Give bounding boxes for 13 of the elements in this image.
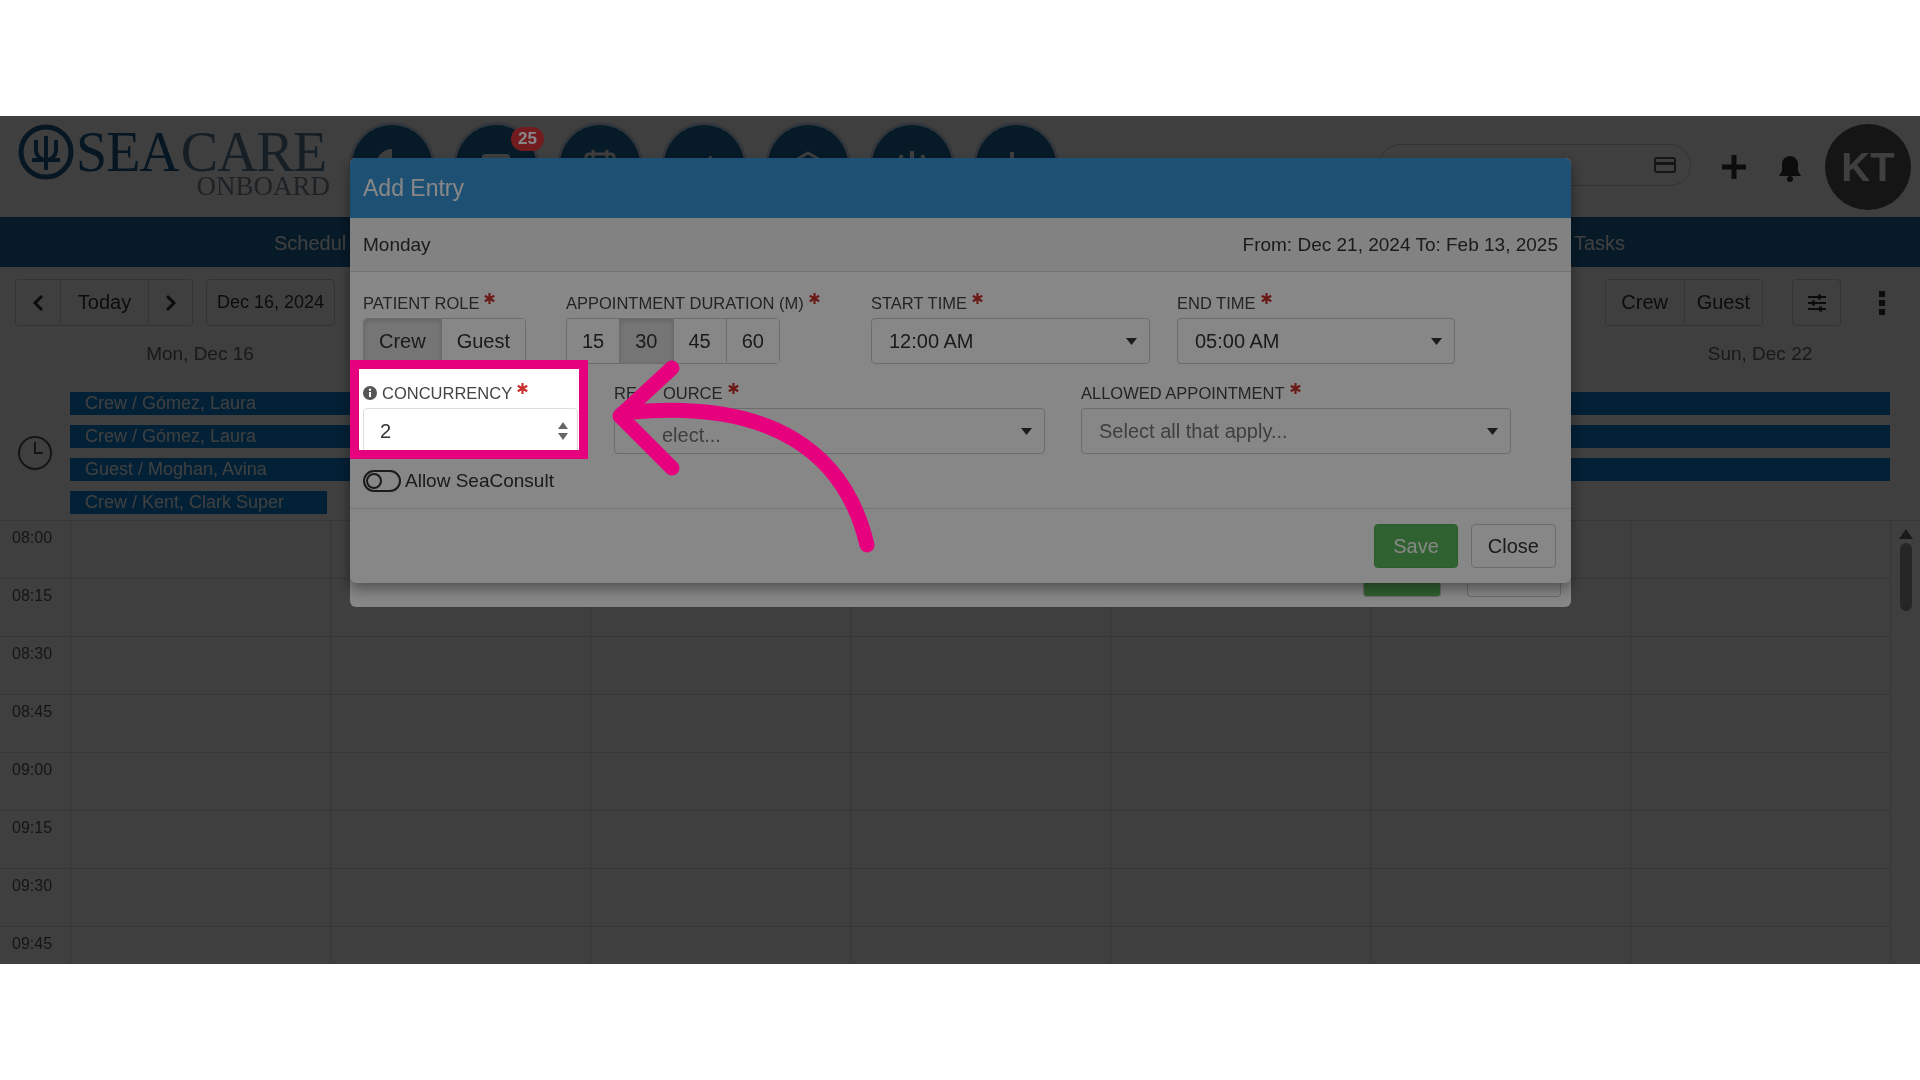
notification-badge: 25 <box>511 127 544 151</box>
field-label: APPOINTMENT DURATION (M) <box>566 293 804 314</box>
date-range-text: From: Dec 21, 2024 To: Feb 13, 2025 <box>1242 233 1558 256</box>
modal-title: Add Entry <box>363 174 464 202</box>
field-label: END TIME <box>1177 293 1256 314</box>
logo-text: SEA <box>76 124 179 180</box>
field-label: START TIME <box>871 293 967 314</box>
toggle-label: Allow SeaConsult <box>405 470 554 492</box>
day-text: Monday <box>363 233 431 256</box>
field-label: CONCURRENCY <box>382 383 513 404</box>
field-label: OURCE <box>662 383 723 404</box>
field-label: ALLOWED APPOINTMENT <box>1081 383 1285 404</box>
field-label: PATIENT ROLE <box>363 293 480 314</box>
